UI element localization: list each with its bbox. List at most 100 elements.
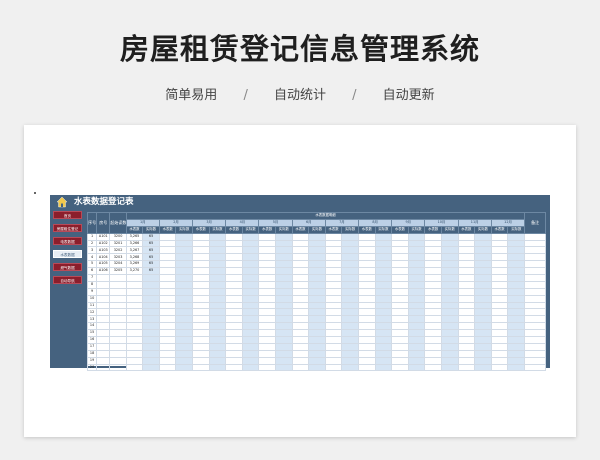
cell-usage[interactable] — [440, 349, 459, 358]
cell-usage[interactable] — [275, 322, 293, 331]
cell-usage[interactable] — [407, 308, 426, 317]
cell-usage[interactable] — [241, 322, 260, 331]
nav-button-4[interactable]: 燃气数据 — [53, 263, 82, 271]
cell-usage[interactable] — [275, 356, 293, 365]
cell-start[interactable] — [109, 329, 127, 338]
cell-usage[interactable] — [275, 342, 293, 351]
cell-usage[interactable] — [175, 301, 194, 310]
cell-reading[interactable] — [158, 336, 177, 344]
cell-usage[interactable]: 65 — [142, 267, 160, 276]
cell-room[interactable] — [96, 356, 111, 365]
cell-usage[interactable] — [275, 232, 293, 241]
cell-usage[interactable] — [440, 246, 459, 255]
cell-usage[interactable] — [142, 301, 160, 310]
cell-usage[interactable] — [308, 301, 326, 310]
cell-no[interactable]: 4 — [86, 253, 98, 262]
cell-remark[interactable] — [524, 342, 546, 351]
cell-usage[interactable] — [175, 349, 194, 358]
cell-usage[interactable] — [374, 363, 393, 372]
cell-reading[interactable] — [291, 356, 310, 365]
cell-no[interactable]: 5 — [86, 260, 98, 269]
cell-reading[interactable] — [158, 342, 177, 351]
cell-usage[interactable] — [341, 329, 359, 338]
cell-reading[interactable] — [192, 267, 210, 276]
cell-reading[interactable] — [391, 294, 409, 303]
cell-reading[interactable] — [291, 329, 310, 338]
cell-reading[interactable] — [192, 232, 210, 241]
cell-reading[interactable] — [457, 232, 476, 241]
cell-reading[interactable] — [258, 322, 277, 331]
cell-usage[interactable] — [241, 349, 260, 358]
cell-usage[interactable] — [241, 267, 260, 276]
cell-room[interactable] — [96, 363, 111, 372]
cell-usage[interactable] — [241, 329, 260, 338]
home-icon[interactable] — [56, 196, 68, 208]
cell-reading[interactable] — [125, 363, 144, 372]
cell-start[interactable] — [109, 322, 127, 331]
cell-usage[interactable] — [241, 294, 260, 303]
cell-usage[interactable] — [275, 253, 293, 262]
cell-usage[interactable] — [175, 315, 194, 324]
cell-usage[interactable] — [374, 267, 393, 276]
cell-usage[interactable] — [208, 294, 227, 303]
cell-no[interactable]: 6 — [86, 267, 98, 276]
cell-no[interactable]: 12 — [86, 308, 98, 317]
cell-no[interactable]: 9 — [86, 287, 98, 296]
cell-no[interactable]: 13 — [86, 315, 98, 324]
cell-usage[interactable] — [341, 336, 359, 344]
cell-reading[interactable] — [291, 280, 310, 289]
cell-usage[interactable] — [308, 363, 326, 372]
cell-usage[interactable] — [440, 301, 459, 310]
cell-usage[interactable] — [275, 287, 293, 296]
cell-start[interactable] — [109, 287, 127, 296]
cell-usage[interactable] — [474, 294, 492, 303]
cell-usage[interactable] — [208, 363, 227, 372]
cell-reading[interactable] — [457, 329, 476, 338]
cell-usage[interactable] — [341, 349, 359, 358]
cell-usage[interactable] — [440, 239, 459, 248]
cell-reading[interactable] — [158, 329, 177, 338]
cell-usage[interactable] — [407, 253, 426, 262]
cell-usage[interactable] — [374, 260, 393, 269]
cell-reading[interactable] — [258, 246, 277, 255]
cell-usage[interactable] — [374, 315, 393, 324]
cell-reading[interactable] — [424, 322, 442, 331]
cell-reading[interactable] — [358, 356, 376, 365]
cell-usage[interactable] — [374, 274, 393, 282]
cell-usage[interactable] — [440, 260, 459, 269]
cell-usage[interactable] — [374, 301, 393, 310]
cell-usage[interactable] — [407, 301, 426, 310]
cell-reading[interactable] — [225, 287, 243, 296]
cell-usage[interactable] — [341, 246, 359, 255]
cell-room[interactable] — [96, 315, 111, 324]
cell-no[interactable]: 16 — [86, 336, 98, 344]
cell-reading[interactable] — [490, 349, 509, 358]
cell-reading[interactable] — [258, 280, 277, 289]
cell-reading[interactable] — [225, 301, 243, 310]
cell-usage[interactable] — [440, 253, 459, 262]
cell-usage[interactable] — [142, 287, 160, 296]
cell-reading[interactable] — [291, 349, 310, 358]
cell-reading[interactable] — [125, 301, 144, 310]
cell-usage[interactable] — [308, 322, 326, 331]
cell-remark[interactable] — [524, 253, 546, 262]
cell-usage[interactable] — [275, 315, 293, 324]
cell-usage[interactable] — [440, 322, 459, 331]
cell-no[interactable]: 8 — [86, 280, 98, 289]
cell-usage[interactable] — [440, 356, 459, 365]
cell-usage[interactable] — [175, 246, 194, 255]
cell-usage[interactable] — [374, 329, 393, 338]
cell-reading[interactable] — [424, 232, 442, 241]
cell-reading[interactable] — [358, 232, 376, 241]
cell-usage[interactable] — [341, 267, 359, 276]
cell-room[interactable]: A102 — [96, 239, 111, 248]
cell-reading[interactable] — [225, 232, 243, 241]
cell-usage[interactable] — [241, 363, 260, 372]
cell-reading[interactable] — [158, 322, 177, 331]
cell-reading[interactable] — [490, 301, 509, 310]
cell-usage[interactable] — [507, 232, 526, 241]
cell-reading[interactable] — [158, 349, 177, 358]
cell-reading[interactable] — [158, 239, 177, 248]
cell-room[interactable] — [96, 349, 111, 358]
cell-usage[interactable] — [142, 294, 160, 303]
